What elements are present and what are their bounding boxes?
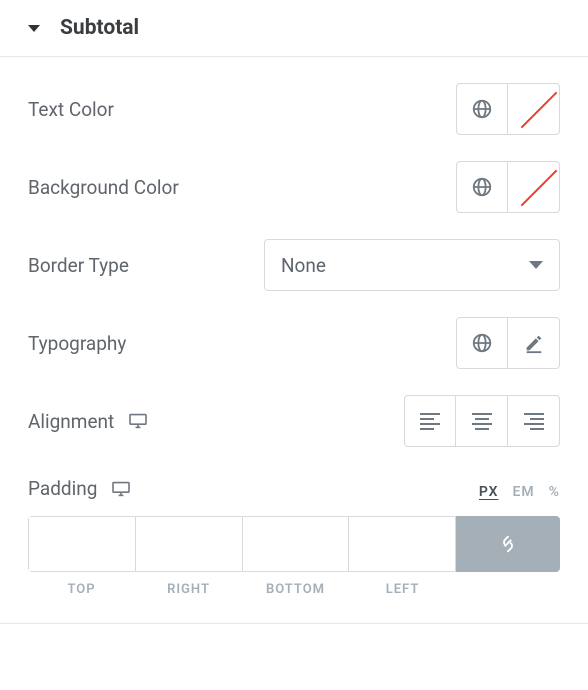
typography-controls <box>456 317 560 369</box>
padding-left-cell <box>349 516 456 572</box>
label-padding-text: Padding <box>28 477 97 500</box>
unit-pct[interactable]: % <box>549 484 560 500</box>
padding-label-top: TOP <box>28 582 135 597</box>
padding-top-input[interactable] <box>29 517 135 571</box>
padding-link-button[interactable] <box>456 516 560 572</box>
align-center-button[interactable] <box>456 395 508 447</box>
typography-edit-button[interactable] <box>508 317 560 369</box>
alignment-controls <box>404 395 560 447</box>
section-title: Subtotal <box>60 16 139 40</box>
text-color-swatch-button[interactable] <box>508 83 560 135</box>
padding-inputs <box>28 516 560 572</box>
border-type-value: None <box>281 254 326 277</box>
text-color-controls <box>456 83 560 135</box>
unit-em[interactable]: EM <box>513 484 535 500</box>
padding-bottom-input[interactable] <box>243 517 349 571</box>
padding-label-bottom: BOTTOM <box>242 582 349 597</box>
globe-icon <box>471 176 493 198</box>
text-color-global-button[interactable] <box>456 83 508 135</box>
align-right-button[interactable] <box>508 395 560 447</box>
label-alignment-text: Alignment <box>28 410 114 433</box>
row-alignment: Alignment <box>28 369 560 447</box>
background-color-swatch-button[interactable] <box>508 161 560 213</box>
desktop-icon[interactable] <box>128 413 148 429</box>
caret-down-icon <box>28 25 40 32</box>
row-background-color: Background Color <box>28 135 560 213</box>
padding-unit-switch: PX EM % <box>479 484 560 500</box>
label-padding: Padding <box>28 477 131 500</box>
section-footer-divider <box>0 623 588 624</box>
background-color-global-button[interactable] <box>456 161 508 213</box>
label-alignment: Alignment <box>28 410 148 433</box>
padding-label-left: LEFT <box>349 582 456 597</box>
globe-icon <box>471 98 493 120</box>
padding-bottom-cell <box>243 516 350 572</box>
row-typography: Typography <box>28 291 560 369</box>
pencil-icon <box>523 332 545 354</box>
unit-px[interactable]: PX <box>479 484 499 500</box>
typography-global-button[interactable] <box>456 317 508 369</box>
label-background-color: Background Color <box>28 176 179 199</box>
background-color-controls <box>456 161 560 213</box>
padding-left-input[interactable] <box>349 517 455 571</box>
label-text-color: Text Color <box>28 98 114 121</box>
label-border-type: Border Type <box>28 254 129 277</box>
row-border-type: Border Type None <box>28 213 560 291</box>
section-header[interactable]: Subtotal <box>0 0 588 57</box>
padding-right-cell <box>136 516 243 572</box>
padding-label-right: RIGHT <box>135 582 242 597</box>
no-color-icon <box>516 91 552 127</box>
padding-input-labels: TOP RIGHT BOTTOM LEFT <box>28 582 560 597</box>
desktop-icon[interactable] <box>111 481 131 497</box>
label-typography: Typography <box>28 332 126 355</box>
padding-label-spacer <box>456 582 560 597</box>
globe-icon <box>471 332 493 354</box>
align-left-icon <box>420 413 440 430</box>
padding-top-cell <box>28 516 136 572</box>
link-icon <box>497 533 519 555</box>
row-padding-header: Padding PX EM % <box>28 447 560 500</box>
caret-down-icon <box>529 261 543 269</box>
border-type-select[interactable]: None <box>264 239 560 291</box>
align-left-button[interactable] <box>404 395 456 447</box>
padding-right-input[interactable] <box>136 517 242 571</box>
no-color-icon <box>516 169 552 205</box>
controls-area: Text Color Background Color <box>0 57 588 597</box>
align-center-icon <box>472 413 492 430</box>
align-right-icon <box>524 413 544 430</box>
row-text-color: Text Color <box>28 57 560 135</box>
